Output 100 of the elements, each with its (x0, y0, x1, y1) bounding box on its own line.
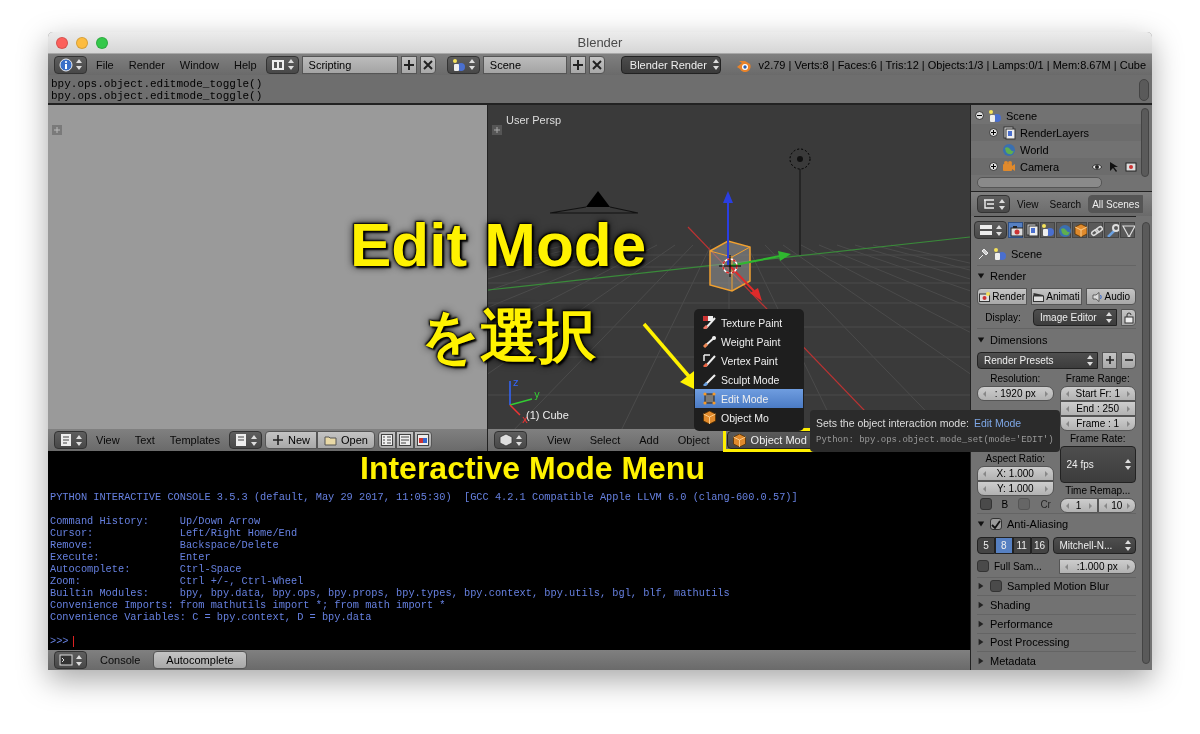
context-tab[interactable] (1024, 222, 1039, 238)
console-label: Zoom: (50, 575, 82, 587)
panel-header[interactable]: Dimensions (977, 328, 1136, 350)
panel-header[interactable]: Anti-Aliasing (977, 512, 1136, 535)
render-option-button[interactable]: Animati (1031, 288, 1082, 306)
editor-type-selector[interactable] (977, 195, 1010, 213)
tooltip-value: Edit Mode (973, 417, 1022, 429)
scroll-bar[interactable] (977, 177, 1102, 188)
filter-dropdown[interactable]: All Scenes (1088, 195, 1144, 213)
panel-header[interactable]: Shading (977, 595, 1136, 614)
context-tab[interactable] (1120, 222, 1135, 238)
panel-title: Sampled Motion Blur (1007, 580, 1110, 593)
editor-type-selector[interactable] (54, 651, 87, 669)
menu-item[interactable]: Text (128, 434, 161, 446)
line-numbers-toggle[interactable] (377, 431, 396, 449)
panel-header[interactable]: Render (977, 264, 1136, 287)
render-camera-icon (1008, 223, 1023, 237)
resolution-field[interactable]: : 1920 px (977, 385, 1054, 401)
render-engine-dropdown[interactable]: Blender Render (620, 55, 721, 74)
word-wrap-toggle[interactable] (395, 431, 414, 449)
menu-item[interactable]: Texture Paint (695, 313, 803, 332)
menu-item[interactable]: Help (227, 58, 263, 71)
menu-item[interactable]: File (90, 58, 120, 71)
scroll-bar[interactable] (1142, 222, 1150, 664)
menu-item[interactable]: View (1013, 198, 1043, 210)
menu-item[interactable]: Search (1045, 198, 1086, 210)
menu-item[interactable]: Vertex Paint (695, 351, 803, 370)
scene-type-selector[interactable] (446, 55, 480, 74)
context-tab[interactable] (1040, 222, 1055, 238)
menu-item[interactable]: Weight Paint (695, 332, 803, 351)
close-icon (589, 57, 604, 72)
updown-arrows-icon (1087, 354, 1093, 366)
menu-item[interactable]: Render (122, 58, 171, 71)
render-option-button[interactable]: Audio (1085, 288, 1136, 306)
menu-item[interactable]: Object Mo (695, 408, 803, 427)
editor-type-selector[interactable] (54, 431, 87, 449)
text-block-selector[interactable] (229, 431, 262, 449)
presets-dropdown[interactable]: Render Presets (977, 351, 1098, 369)
render-option-button[interactable]: Render (977, 288, 1028, 306)
layout-type-selector[interactable] (265, 55, 299, 74)
checkbox[interactable] (977, 560, 989, 573)
open-button[interactable]: Open (317, 431, 375, 449)
filter-dropdown[interactable]: Mitchell-N... (1052, 536, 1136, 554)
menu-item[interactable]: View (539, 434, 579, 446)
expand-toggle-icon[interactable] (989, 162, 998, 171)
menu-item[interactable]: Select (581, 434, 629, 446)
menu-item[interactable]: Object (669, 434, 718, 446)
checkbox[interactable] (990, 518, 1002, 531)
aspect-field[interactable]: X: 1.000 (977, 465, 1054, 481)
expand-toggle-icon[interactable] (989, 128, 998, 137)
context-tab[interactable] (1088, 222, 1103, 238)
time-remap-field[interactable]: 1 (1059, 497, 1098, 513)
add-preset-button[interactable] (1102, 351, 1117, 369)
add-button[interactable] (569, 55, 586, 74)
menu-item[interactable]: View (90, 434, 126, 446)
menu-item[interactable]: Window (173, 58, 225, 71)
time-remap-field[interactable]: 10 (1097, 497, 1136, 513)
render-camera-icon (979, 291, 991, 302)
scroll-bar[interactable] (1141, 108, 1149, 177)
expand-toggle-icon[interactable] (975, 111, 984, 120)
filter-size-field[interactable]: :1.000 px (1058, 558, 1136, 574)
panel-header[interactable]: Metadata (977, 651, 1136, 670)
display-dropdown[interactable]: Image Editor (1033, 309, 1117, 327)
sample-count-button[interactable]: 5 (977, 536, 995, 554)
menu-item[interactable]: Add (631, 434, 667, 446)
remove-preset-button[interactable] (1121, 351, 1136, 369)
window-title: Blender (577, 35, 623, 50)
menu-item[interactable]: Sculpt Mode (695, 370, 803, 389)
plus-icon (272, 434, 284, 446)
autocomplete-button[interactable]: Autocomplete (153, 651, 247, 669)
editor-type-selector[interactable] (974, 221, 1007, 239)
menu-item[interactable]: Templates (163, 434, 226, 446)
lock-button[interactable] (1121, 309, 1136, 327)
editor-type-selector[interactable] (54, 55, 87, 74)
panel-header[interactable]: Post Processing (977, 632, 1136, 652)
close-window-button[interactable] (56, 36, 68, 49)
close-button[interactable] (420, 55, 437, 74)
outliner-item[interactable]: Camera (1020, 160, 1060, 173)
console-label: Remove: (50, 539, 95, 551)
panel-header[interactable]: Sampled Motion Blur (977, 576, 1136, 596)
checkbox[interactable] (979, 498, 992, 511)
checkbox[interactable] (990, 580, 1002, 593)
context-tab[interactable] (1104, 222, 1119, 238)
layout-field[interactable]: Scripting (301, 55, 399, 74)
add-button[interactable] (401, 55, 418, 74)
new-button[interactable]: New (265, 431, 317, 449)
panel-header[interactable]: Performance (977, 613, 1136, 633)
editor-type-selector[interactable] (494, 431, 527, 449)
close-button[interactable] (588, 55, 605, 74)
context-tab[interactable] (1072, 222, 1087, 238)
outliner-item[interactable]: Scene (1006, 109, 1038, 122)
chain-icon (1088, 223, 1103, 237)
scroll-bar[interactable] (1139, 79, 1149, 101)
context-tab[interactable] (1008, 222, 1023, 238)
menu-item[interactable]: Console (90, 654, 151, 666)
field-label: Time Remap... (1064, 483, 1132, 498)
scene-field[interactable]: Scene (482, 55, 567, 74)
frame-field[interactable]: Start Fr: 1 (1059, 385, 1136, 401)
outliner-item[interactable]: World (1020, 143, 1049, 156)
frame-rate-dropdown[interactable]: 24 fps (1059, 445, 1136, 483)
